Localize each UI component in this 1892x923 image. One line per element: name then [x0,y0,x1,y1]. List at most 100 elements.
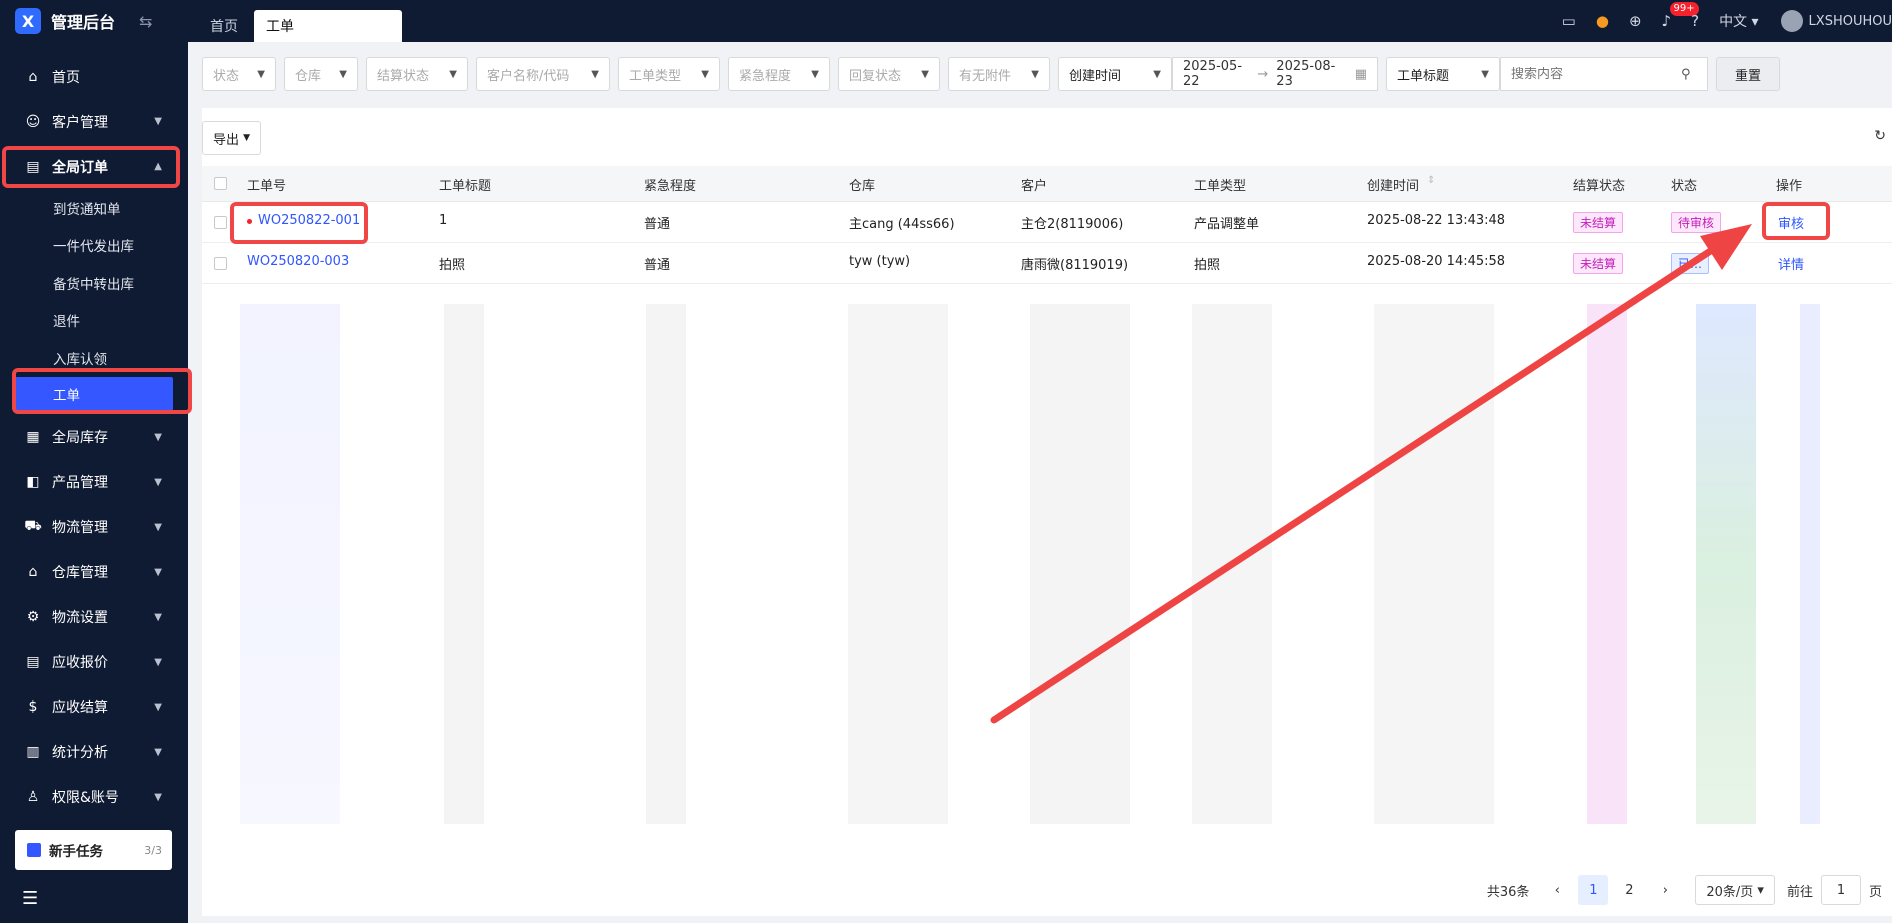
tab-home[interactable]: 首页 [198,10,250,42]
sidebar-subitem-claim[interactable]: 入库认领 [0,339,188,377]
sidebar-item-customer[interactable]: ☺ 客户管理 ▼ [0,99,188,144]
sidebar-subitem-transfer[interactable]: 备货中转出库 [0,264,188,302]
logo: X [15,8,41,34]
newbie-task-button[interactable]: 新手任务 3/3 [15,830,172,870]
work-order-link[interactable]: WO250820-003 [247,254,349,269]
col-header: 工单类型 [1194,179,1247,194]
inventory-icon: ▦ [26,429,40,445]
search-input[interactable] [1511,66,1681,82]
page-2[interactable]: 2 [1614,875,1644,905]
sidebar: ⌂ 首页 ☺ 客户管理 ▼ ▤ 全局订单 ▲ 到货通知单 一件代发出库 备货中转出库 退件… [0,42,188,923]
bell-icon[interactable]: ♪ 99+ [1662,2,1699,30]
settle-status-badge: 未结算 [1573,253,1624,274]
col-header: 操作 [1776,179,1803,194]
col-header: 紧急程度 [644,179,697,194]
sidebar-item-quote[interactable]: ▤ 应收报价 ▼ [0,640,188,685]
col-header: 状态 [1671,179,1698,194]
sidebar-item-stats[interactable]: ▥ 统计分析 ▼ [0,730,188,775]
work-order-link[interactable]: WO250822-001 [247,213,360,228]
sort-icon[interactable]: ⇕ [1427,175,1435,186]
review-link[interactable]: 审核 [1778,213,1804,232]
product-icon: ◧ [26,474,40,490]
sidebar-item-global-orders[interactable]: ▤ 全局订单 ▲ [0,144,188,189]
help-icon[interactable]: ? [1691,12,1699,30]
cell-type: 拍照 [1194,258,1221,273]
sidebar-subitem-arrival[interactable]: 到货通知单 [0,189,188,227]
total-count: 共36条 [1486,884,1530,900]
menu-collapse-icon[interactable]: ☰ [22,888,38,909]
select-all-checkbox[interactable] [214,177,227,190]
warehouse-icon: ⌂ [28,564,38,580]
warehouse-filter[interactable]: 仓库 ▼ [284,57,358,91]
customer-filter[interactable]: 客户名称/代码 ▼ [476,57,610,91]
time-field-select[interactable]: 创建时间 ▼ [1058,57,1172,91]
sidebar-subitem-returns[interactable]: 退件 [0,302,188,340]
next-page-icon[interactable]: › [1650,875,1680,905]
sidebar-item-label: 物流设置 [52,610,108,626]
user-name[interactable]: LXSHOUHOU [1809,14,1892,29]
sidebar-item-permission[interactable]: ♙ 权限&账号 ▼ [0,775,188,820]
chevron-down-icon: ▼ [1031,68,1039,80]
date-start: 2025-05-22 [1183,59,1243,89]
search-icon[interactable]: ⚲ [1681,67,1691,82]
detail-link[interactable]: 详情 [1778,254,1804,273]
sidebar-subitem-work-order[interactable]: 工单 [15,376,173,411]
chevron-down-icon: ▼ [449,68,457,80]
prev-page-icon[interactable]: ‹ [1542,875,1572,905]
robot-icon[interactable]: ● [1596,12,1609,30]
table-header: 工单号 工单标题 紧急程度 仓库 客户 工单类型 创建时间 ⇕ 结算状态 状态 … [202,166,1892,202]
logistics-settings-icon: ⚙ [26,609,40,625]
swap-icon[interactable]: ⇆ [139,12,152,31]
avatar[interactable] [1780,10,1803,32]
cell-urgency: 普通 [644,217,671,232]
date-range-picker[interactable]: 2025-05-22 → 2025-08-23 ▦ [1172,57,1378,91]
attachment-filter[interactable]: 有无附件 ▼ [948,57,1050,91]
main-card: 导出 ▼ ↻ 工单号 工单标题 紧急程度 仓库 客户 工单类型 创建时间 ⇕ 结… [202,108,1892,916]
chevron-down-icon: ▼ [154,566,162,578]
sidebar-item-logistics-settings[interactable]: ⚙ 物流设置 ▼ [0,595,188,640]
row-checkbox[interactable] [214,257,227,270]
calendar-icon: ▦ [1354,66,1367,82]
sidebar-item-inventory[interactable]: ▦ 全局库存 ▼ [0,415,188,460]
language-select[interactable]: 中文 ▾ [1719,11,1758,31]
title-field-select[interactable]: 工单标题 ▼ [1386,57,1500,91]
chevron-down-icon: ▼ [339,68,347,80]
sidebar-item-product[interactable]: ◧ 产品管理 ▼ [0,460,188,505]
settle-status-badge: 未结算 [1573,212,1624,233]
chevron-down-icon: ▼ [154,521,162,533]
cell-title: 1 [439,213,448,228]
page-jump-input[interactable]: 1 [1820,875,1861,905]
inbox-icon[interactable]: ▭ [1562,12,1576,30]
sidebar-item-label: 应收结算 [52,700,108,716]
download-icon[interactable]: ⊕ [1629,12,1642,30]
cell-title: 拍照 [439,258,466,273]
status-filter[interactable]: 状态 ▼ [202,57,276,91]
stats-icon: ▥ [26,744,40,760]
settle-filter[interactable]: 结算状态 ▼ [366,57,468,91]
newbie-task-count: 3/3 [144,843,162,857]
settle-filter-label: 结算状态 [377,68,430,84]
order-icon: ▤ [26,158,40,175]
sidebar-item-settlement[interactable]: $ 应收结算 ▼ [0,685,188,730]
type-filter[interactable]: 工单类型 ▼ [618,57,720,91]
chevron-down-icon: ▼ [257,68,265,80]
sidebar-item-warehouse[interactable]: ⌂ 仓库管理 ▼ [0,550,188,595]
urgency-filter-label: 紧急程度 [739,68,792,84]
permission-icon: ♙ [26,789,40,805]
reset-button[interactable]: 重置 [1716,57,1781,91]
refresh-icon[interactable]: ↻ [1874,128,1886,144]
sidebar-item-logistics[interactable]: ⛟ 物流管理 ▼ [0,505,188,550]
urgency-filter[interactable]: 紧急程度 ▼ [728,57,830,91]
blurred-rows [202,284,1892,859]
sidebar-subitem-dropship[interactable]: 一件代发出库 [0,227,188,265]
page-size-label: 20条/页 [1706,884,1754,900]
row-checkbox[interactable] [214,216,227,229]
page-size-select[interactable]: 20条/页 ▾ [1695,875,1775,905]
page-1[interactable]: 1 [1578,875,1609,905]
date-end: 2025-08-23 [1276,59,1336,89]
reply-filter[interactable]: 回复状态 ▼ [838,57,940,91]
sidebar-item-label: 产品管理 [52,475,108,491]
export-button[interactable]: 导出 ▼ [202,121,262,155]
tab-work-order[interactable]: 工单 [254,10,402,42]
sidebar-item-home[interactable]: ⌂ 首页 [0,54,188,99]
